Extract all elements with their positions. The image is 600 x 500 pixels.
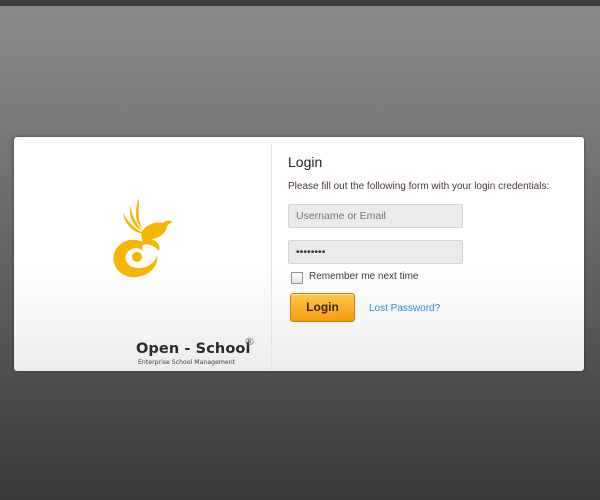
login-subtitle: Please fill out the following form with … xyxy=(288,181,550,192)
bird-logo-icon xyxy=(113,198,173,278)
panel-divider xyxy=(271,145,272,371)
login-button[interactable]: Login xyxy=(290,293,355,322)
login-card: Open - School ® Enterprise School Manage… xyxy=(14,137,584,371)
brand-tagline: Enterprise School Management xyxy=(138,359,236,366)
brand-name: Open - School xyxy=(136,341,251,357)
login-title: Login xyxy=(288,154,323,170)
password-input[interactable] xyxy=(288,240,463,264)
lost-password-link[interactable]: Lost Password? xyxy=(369,303,440,314)
remember-me-label[interactable]: Remember me next time xyxy=(309,271,418,282)
brand-logo: Open - School ® Enterprise School Manage… xyxy=(74,193,255,366)
remember-me-checkbox[interactable] xyxy=(291,272,303,284)
registered-mark: ® xyxy=(244,335,255,348)
username-input[interactable] xyxy=(288,204,463,228)
